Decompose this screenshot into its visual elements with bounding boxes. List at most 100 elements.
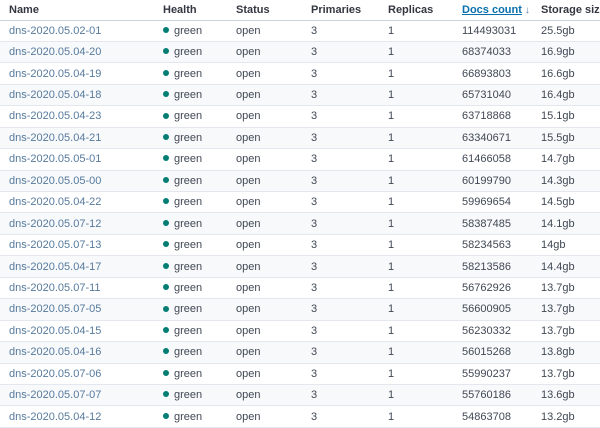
index-name-cell: dns-2020.05.07-06 bbox=[0, 363, 154, 385]
health-cell: green bbox=[154, 20, 227, 42]
primaries-cell: 3 bbox=[302, 105, 379, 128]
storage-size-cell: 13.8gb bbox=[532, 341, 600, 364]
index-name-link[interactable]: dns-2020.05.04-20 bbox=[9, 46, 101, 58]
table-row: dns-2020.05.07-13 green open 3 1 58234563 14gb bbox=[0, 234, 600, 257]
status-cell: open bbox=[227, 341, 302, 364]
health-green-dot-icon bbox=[163, 69, 169, 76]
docs-count-cell: 58387485 bbox=[453, 212, 532, 235]
index-name-link[interactable]: dns-2020.05.04-16 bbox=[9, 346, 101, 358]
table-row: dns-2020.05.05-00 green open 3 1 60199790 14.3… bbox=[0, 170, 600, 193]
storage-size-cell: 16.4gb bbox=[532, 84, 600, 107]
storage-size-cell: 13.2gb bbox=[532, 405, 600, 428]
column-header-health[interactable]: Health bbox=[154, 0, 227, 21]
docs-count-cell: 59969654 bbox=[453, 191, 532, 214]
primaries-cell: 3 bbox=[302, 148, 379, 171]
storage-size-cell: 16.9gb bbox=[532, 41, 600, 64]
index-name-cell: dns-2020.05.04-21 bbox=[0, 127, 154, 150]
index-name-link[interactable]: dns-2020.05.04-23 bbox=[9, 110, 101, 122]
table-row: dns-2020.05.04-16 green open 3 1 56015268 13.8… bbox=[0, 341, 600, 364]
index-name-link[interactable]: dns-2020.05.07-13 bbox=[9, 239, 101, 251]
health-green-dot-icon bbox=[163, 155, 169, 162]
primaries-cell: 3 bbox=[302, 41, 379, 64]
indices-table-body: dns-2020.05.02-01 green open 3 1 114493031 25.… bbox=[0, 20, 600, 428]
health-label: green bbox=[174, 89, 203, 102]
index-name-cell: dns-2020.05.04-17 bbox=[0, 255, 154, 278]
index-name-cell: dns-2020.05.04-16 bbox=[0, 341, 154, 364]
index-name-link[interactable]: dns-2020.05.04-19 bbox=[9, 68, 101, 80]
table-row: dns-2020.05.04-21 green open 3 1 63340671 15.5… bbox=[0, 127, 600, 150]
table-row: dns-2020.05.04-18 green open 3 1 65731040 16.4… bbox=[0, 84, 600, 107]
index-name-link[interactable]: dns-2020.05.04-21 bbox=[9, 132, 101, 144]
replicas-cell: 1 bbox=[379, 298, 453, 321]
health-label: green bbox=[174, 410, 203, 423]
index-name-link[interactable]: dns-2020.05.07-05 bbox=[9, 303, 101, 315]
index-name-link[interactable]: dns-2020.05.04-15 bbox=[9, 325, 101, 337]
table-row: dns-2020.05.04-15 green open 3 1 56230332 13.7… bbox=[0, 320, 600, 343]
primaries-cell: 3 bbox=[302, 170, 379, 193]
column-header-status[interactable]: Status bbox=[227, 0, 302, 21]
storage-size-cell: 13.7gb bbox=[532, 298, 600, 321]
index-name-link[interactable]: dns-2020.05.04-18 bbox=[9, 89, 101, 101]
index-name-link[interactable]: dns-2020.05.02-01 bbox=[9, 25, 101, 37]
column-header-storage-size[interactable]: Storage size bbox=[532, 0, 600, 21]
table-row: dns-2020.05.07-11 green open 3 1 56762926 13.7… bbox=[0, 277, 600, 300]
table-row: dns-2020.05.04-22 green open 3 1 59969654 14.5… bbox=[0, 191, 600, 214]
column-header-docs-count[interactable]: Docs count ↓ bbox=[453, 0, 532, 21]
table-row: dns-2020.05.07-07 green open 3 1 55760186 13.6… bbox=[0, 384, 600, 407]
column-header-replicas[interactable]: Replicas bbox=[379, 0, 453, 21]
column-header-primaries[interactable]: Primaries bbox=[302, 0, 379, 21]
health-green-dot-icon bbox=[163, 284, 169, 291]
sort-descending-arrow-icon: ↓ bbox=[524, 4, 530, 16]
replicas-cell: 1 bbox=[379, 384, 453, 407]
index-name-link[interactable]: dns-2020.05.04-22 bbox=[9, 196, 101, 208]
status-cell: open bbox=[227, 170, 302, 193]
primaries-cell: 3 bbox=[302, 127, 379, 150]
index-name-cell: dns-2020.05.07-05 bbox=[0, 298, 154, 321]
index-name-link[interactable]: dns-2020.05.07-11 bbox=[9, 282, 101, 294]
storage-size-cell: 13.7gb bbox=[532, 277, 600, 300]
primaries-cell: 3 bbox=[302, 234, 379, 257]
docs-count-cell: 56015268 bbox=[453, 341, 532, 364]
docs-count-sort-link[interactable]: Docs count bbox=[462, 4, 522, 16]
index-name-link[interactable]: dns-2020.05.04-17 bbox=[9, 261, 101, 273]
index-name-link[interactable]: dns-2020.05.05-01 bbox=[9, 153, 101, 165]
replicas-cell: 1 bbox=[379, 170, 453, 193]
health-cell: green bbox=[154, 212, 227, 235]
status-cell: open bbox=[227, 298, 302, 321]
storage-size-cell: 13.7gb bbox=[532, 320, 600, 343]
health-cell: green bbox=[154, 341, 227, 364]
replicas-cell: 1 bbox=[379, 277, 453, 300]
primaries-cell: 3 bbox=[302, 405, 379, 428]
index-name-link[interactable]: dns-2020.05.04-12 bbox=[9, 411, 101, 423]
index-name-cell: dns-2020.05.04-15 bbox=[0, 320, 154, 343]
index-name-link[interactable]: dns-2020.05.07-12 bbox=[9, 218, 101, 230]
index-name-link[interactable]: dns-2020.05.07-06 bbox=[9, 368, 101, 380]
replicas-cell: 1 bbox=[379, 363, 453, 385]
table-row: dns-2020.05.07-12 green open 3 1 58387485 14.1… bbox=[0, 212, 600, 235]
health-label: green bbox=[174, 324, 203, 337]
health-cell: green bbox=[154, 363, 227, 385]
health-cell: green bbox=[154, 234, 227, 257]
status-cell: open bbox=[227, 405, 302, 428]
health-green-dot-icon bbox=[163, 219, 169, 226]
index-name-cell: dns-2020.05.07-12 bbox=[0, 212, 154, 235]
index-name-cell: dns-2020.05.04-23 bbox=[0, 105, 154, 128]
index-name-link[interactable]: dns-2020.05.05-00 bbox=[9, 175, 101, 187]
replicas-cell: 1 bbox=[379, 41, 453, 64]
replicas-cell: 1 bbox=[379, 341, 453, 364]
health-green-dot-icon bbox=[163, 305, 169, 312]
docs-count-cell: 63718868 bbox=[453, 105, 532, 128]
health-label: green bbox=[174, 281, 203, 294]
table-row: dns-2020.05.04-12 green open 3 1 54863708 13.2… bbox=[0, 405, 600, 428]
storage-size-cell: 25.5gb bbox=[532, 20, 600, 42]
health-green-dot-icon bbox=[163, 241, 169, 248]
index-name-cell: dns-2020.05.04-22 bbox=[0, 191, 154, 214]
table-row: dns-2020.05.04-17 green open 3 1 58213586 14.4… bbox=[0, 255, 600, 278]
docs-count-cell: 68374033 bbox=[453, 41, 532, 64]
column-header-name[interactable]: Name bbox=[0, 0, 154, 21]
index-name-link[interactable]: dns-2020.05.07-07 bbox=[9, 389, 101, 401]
status-cell: open bbox=[227, 127, 302, 150]
docs-count-cell: 56762926 bbox=[453, 277, 532, 300]
docs-count-cell: 60199790 bbox=[453, 170, 532, 193]
index-name-cell: dns-2020.05.04-19 bbox=[0, 62, 154, 85]
